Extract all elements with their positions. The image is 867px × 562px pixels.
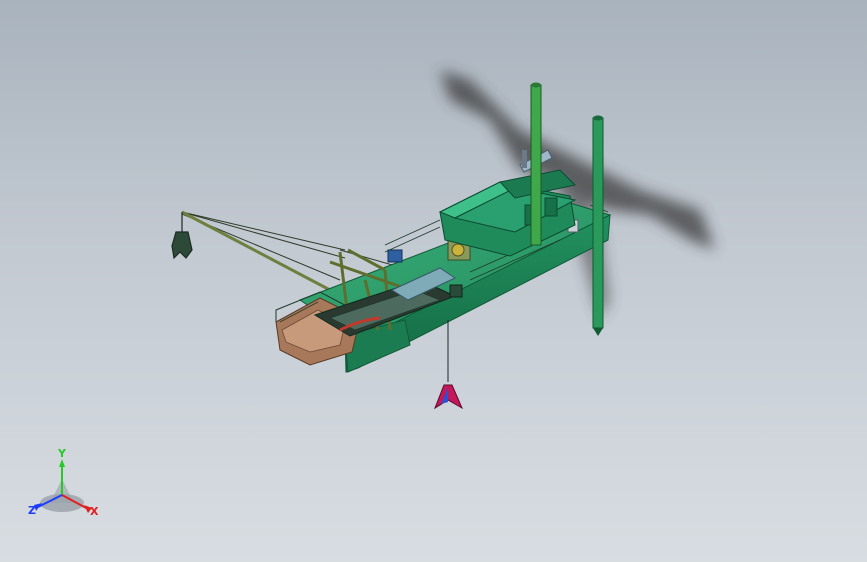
spud-pole-front bbox=[592, 115, 604, 336]
cad-viewport[interactable]: Y X Z bbox=[0, 0, 867, 562]
spud-pole-rear bbox=[530, 82, 542, 246]
y-axis-arrow bbox=[59, 459, 65, 467]
boom-arm bbox=[181, 210, 331, 292]
boom-rigging bbox=[181, 211, 411, 281]
dredger-model[interactable] bbox=[171, 82, 612, 410]
x-axis-label: X bbox=[90, 505, 99, 518]
orientation-triad[interactable]: Y X Z bbox=[28, 447, 99, 518]
y-axis-label: Y bbox=[57, 447, 67, 460]
cutter-head-left bbox=[171, 212, 193, 260]
z-axis-label: Z bbox=[28, 504, 36, 517]
hanging-anchor bbox=[433, 320, 464, 410]
